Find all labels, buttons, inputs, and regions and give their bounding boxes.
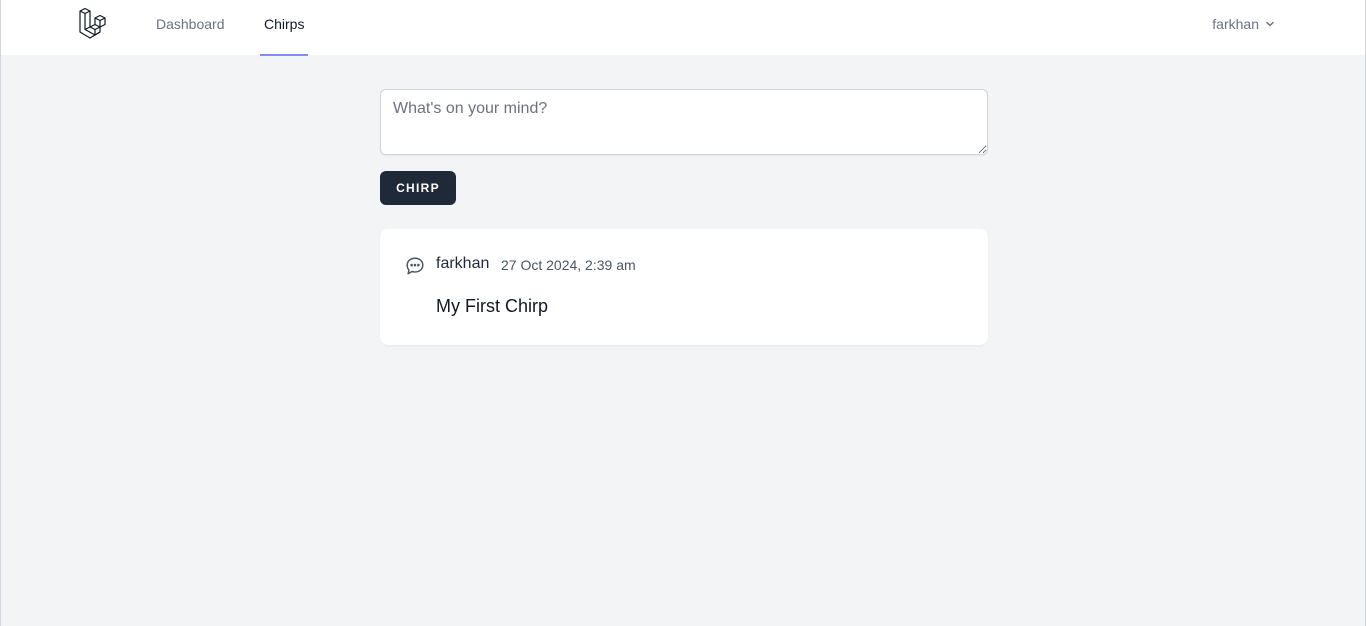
laravel-logo-icon[interactable]: [78, 7, 112, 41]
chirp-message: My First Chirp: [436, 296, 548, 316]
chirp-author: farkhan: [436, 255, 490, 272]
chevron-down-icon: [1266, 21, 1274, 27]
chirp-card: farkhan 27 Oct 2024, 2:39 am My First Ch…: [380, 229, 988, 345]
chirp-message-input[interactable]: [380, 89, 988, 155]
chat-bubble-icon: [406, 257, 424, 275]
nav-link-dashboard[interactable]: Dashboard: [152, 0, 229, 56]
user-menu-dropdown[interactable]: farkhan: [1212, 14, 1275, 34]
user-name: farkhan: [1212, 16, 1259, 32]
nav-link-chirps[interactable]: Chirps: [260, 0, 309, 56]
top-navbar: Dashboard Chirps farkhan: [1, 0, 1365, 56]
chirp-submit-button[interactable]: CHIRP: [380, 171, 456, 205]
chirp-timestamp: 27 Oct 2024, 2:39 am: [501, 257, 636, 273]
